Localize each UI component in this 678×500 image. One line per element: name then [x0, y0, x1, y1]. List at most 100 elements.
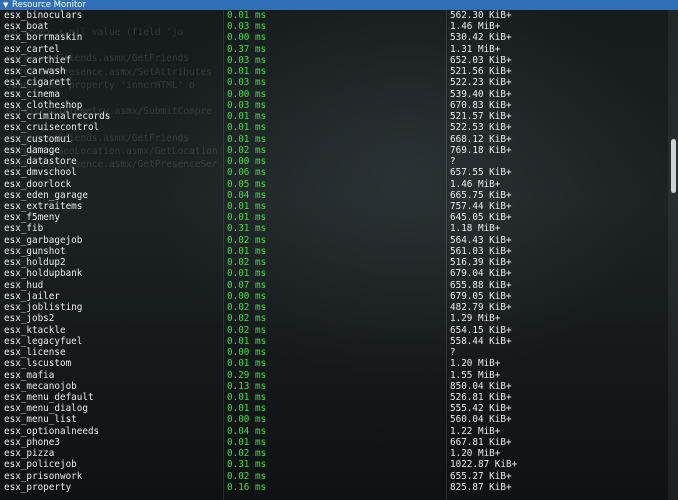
resource-row[interactable]: esx_carwash 0.01 ms 521.56 KiB+ — [0, 66, 668, 77]
resource-row[interactable]: esx_joblisting 0.02 ms 482.79 KiB+ — [0, 302, 668, 313]
resource-row[interactable]: esx_prisonwork 0.02 ms 655.27 KiB+ — [0, 471, 668, 482]
resource-name: esx_carwash — [4, 66, 66, 78]
resource-memory: 521.57 KiB+ — [450, 111, 512, 123]
resource-memory: 850.04 KiB+ — [450, 380, 512, 392]
resource-memory: 521.56 KiB+ — [450, 66, 512, 78]
resource-cpu-time: 0.01 ms — [227, 268, 267, 280]
resource-row[interactable]: esx_menu_dialog 0.01 ms 555.42 KiB+ — [0, 403, 668, 414]
resource-row[interactable]: esx_dmvschool 0.06 ms 657.55 KiB+ — [0, 167, 668, 178]
collapse-arrow-icon[interactable]: ▼ — [3, 0, 9, 10]
resource-name: esx_joblisting — [4, 302, 83, 314]
resource-row[interactable]: esx_holdup2 0.02 ms 516.39 KiB+ — [0, 257, 668, 268]
resource-cpu-time: 0.02 ms — [227, 257, 267, 269]
resource-row[interactable]: esx_garbagejob 0.02 ms 564.43 KiB+ — [0, 235, 668, 246]
resource-cpu-time: 0.02 ms — [227, 144, 267, 156]
resource-row[interactable]: esx_gunshot 0.01 ms 561.03 KiB+ — [0, 246, 668, 257]
resource-memory: 539.40 KiB+ — [450, 88, 512, 100]
resource-row[interactable]: esx_doorlock 0.05 ms 1.46 MiB+ — [0, 179, 668, 190]
resource-memory: 657.55 KiB+ — [450, 167, 512, 179]
resource-cpu-time: 0.00 ms — [227, 414, 267, 426]
resource-name: esx_holdupbank — [4, 268, 83, 280]
resource-row[interactable]: esx_extraitems 0.01 ms 757.44 KiB+ — [0, 201, 668, 212]
resource-row[interactable]: esx_eden_garage 0.04 ms 665.75 KiB+ — [0, 190, 668, 201]
resource-name: esx_phone3 — [4, 436, 60, 448]
resource-memory: 1.29 MiB+ — [450, 313, 501, 325]
resource-row[interactable]: esx_carthief 0.03 ms 652.03 KiB+ — [0, 55, 668, 66]
resource-memory: 769.18 KiB+ — [450, 144, 512, 156]
resource-row[interactable]: esx_mecanojob 0.13 ms 850.04 KiB+ — [0, 381, 668, 392]
resource-row[interactable]: esx_customui 0.01 ms 668.12 KiB+ — [0, 134, 668, 145]
resource-memory: 665.75 KiB+ — [450, 189, 512, 201]
resource-row[interactable]: esx_borrmaskin 0.00 ms 530.42 KiB+ — [0, 32, 668, 43]
resource-row[interactable]: esx_lscustom 0.01 ms 1.20 MiB+ — [0, 358, 668, 369]
resource-cpu-time: 0.02 ms — [227, 448, 267, 460]
resource-cpu-time: 0.01 ms — [227, 212, 267, 224]
resource-memory: 526.81 KiB+ — [450, 391, 512, 403]
resource-row[interactable]: esx_jobs2 0.02 ms 1.29 MiB+ — [0, 313, 668, 324]
resource-row[interactable]: esx_criminalrecords 0.01 ms 521.57 KiB+ — [0, 111, 668, 122]
resource-row[interactable]: esx_hud 0.07 ms 655.88 KiB+ — [0, 280, 668, 291]
resource-memory: 667.81 KiB+ — [450, 436, 512, 448]
resource-row[interactable]: esx_mafia 0.29 ms 1.55 MiB+ — [0, 370, 668, 381]
resource-cpu-time: 0.29 ms — [227, 369, 267, 381]
resource-row[interactable]: esx_cigarett 0.03 ms 522.23 KiB+ — [0, 77, 668, 88]
resource-memory: 1022.87 KiB+ — [450, 459, 518, 471]
resource-row[interactable]: esx_ktackle 0.02 ms 654.15 KiB+ — [0, 325, 668, 336]
resource-memory: 1.20 MiB+ — [450, 358, 501, 370]
resource-cpu-time: 0.01 ms — [227, 245, 267, 257]
resource-memory: 562.30 KiB+ — [450, 10, 512, 21]
resource-memory: 561.03 KiB+ — [450, 245, 512, 257]
window-title: Resource Monitor — [12, 0, 86, 10]
resource-cpu-time: 0.03 ms — [227, 99, 267, 111]
resource-row[interactable]: esx_property 0.16 ms 825.87 KiB+ — [0, 482, 668, 493]
scrollbar-thumb[interactable] — [671, 139, 676, 193]
resource-row[interactable]: esx_fib 0.31 ms 1.18 MiB+ — [0, 223, 668, 234]
resource-row[interactable]: esx_optionalneeds 0.04 ms 1.22 MiB+ — [0, 426, 668, 437]
resource-name: esx_doorlock — [4, 178, 72, 190]
resource-cpu-time: 0.37 ms — [227, 43, 267, 55]
resource-row[interactable]: esx_jailer 0.00 ms 679.05 KiB+ — [0, 291, 668, 302]
resource-row[interactable]: esx_cruisecontrol 0.01 ms 522.53 KiB+ — [0, 122, 668, 133]
resource-row[interactable]: esx_phone3 0.01 ms 667.81 KiB+ — [0, 437, 668, 448]
scrollbar-track[interactable] — [668, 10, 678, 500]
resource-memory: 1.31 MiB+ — [450, 43, 501, 55]
resource-row[interactable]: esx_license 0.00 ms? — [0, 347, 668, 358]
resource-name: esx_optionalneeds — [4, 425, 100, 437]
resource-memory: 655.88 KiB+ — [450, 279, 512, 291]
resource-row[interactable]: esx_menu_default 0.01 ms 526.81 KiB+ — [0, 392, 668, 403]
resource-cpu-time: 0.01 ms — [227, 10, 267, 21]
resource-memory: 825.87 KiB+ — [450, 481, 512, 493]
resource-cpu-time: 0.03 ms — [227, 77, 267, 89]
resource-row[interactable]: esx_datastore 0.00 ms? — [0, 156, 668, 167]
resource-row[interactable]: esx_damage 0.02 ms 769.18 KiB+ — [0, 145, 668, 156]
resource-memory: 670.83 KiB+ — [450, 99, 512, 111]
resource-memory: 652.03 KiB+ — [450, 54, 512, 66]
resource-cpu-time: 0.02 ms — [227, 234, 267, 246]
resource-cpu-time: 0.31 ms — [227, 459, 267, 471]
resource-row[interactable]: esx_f5meny 0.01 ms 645.05 KiB+ — [0, 212, 668, 223]
resource-row[interactable]: esx_cinema 0.00 ms 539.40 KiB+ — [0, 89, 668, 100]
resource-name: esx_pizza — [4, 448, 55, 460]
resource-cpu-time: 0.01 ms — [227, 133, 267, 145]
resource-row[interactable]: esx_cartel 0.37 ms 1.31 MiB+ — [0, 44, 668, 55]
resource-row[interactable]: esx_binoculars 0.01 ms 562.30 KiB+ — [0, 10, 668, 21]
resource-monitor-titlebar[interactable]: ▼ Resource Monitor — [0, 0, 678, 10]
resource-row[interactable]: esx_menu_list 0.00 ms 560.04 KiB+ — [0, 414, 668, 425]
resource-row[interactable]: esx_holdupbank 0.01 ms 679.04 KiB+ — [0, 268, 668, 279]
resource-cpu-time: 0.03 ms — [227, 54, 267, 66]
resource-row[interactable]: esx_pizza 0.02 ms 1.20 MiB+ — [0, 448, 668, 459]
resource-memory: 530.42 KiB+ — [450, 32, 512, 44]
resource-row[interactable]: esx_clotheshop 0.03 ms 670.83 KiB+ — [0, 100, 668, 111]
resource-row[interactable]: esx_policejob 0.31 ms 1022.87 KiB+ — [0, 459, 668, 470]
resource-row[interactable]: esx_boat 0.03 ms 1.46 MiB+ — [0, 21, 668, 32]
resource-cpu-time: 0.01 ms — [227, 200, 267, 212]
resource-cpu-time: 0.01 ms — [227, 66, 267, 78]
resource-name: esx_legacyfuel — [4, 335, 83, 347]
resource-name: esx_extraitems — [4, 200, 83, 212]
resource-name: esx_ktackle — [4, 324, 66, 336]
resource-name: esx_mafia — [4, 369, 55, 381]
resource-cpu-time: 0.07 ms — [227, 279, 267, 291]
resource-name: esx_cruisecontrol — [4, 122, 100, 134]
resource-cpu-time: 0.00 ms — [227, 156, 267, 168]
resource-row[interactable]: esx_legacyfuel 0.01 ms 558.44 KiB+ — [0, 336, 668, 347]
